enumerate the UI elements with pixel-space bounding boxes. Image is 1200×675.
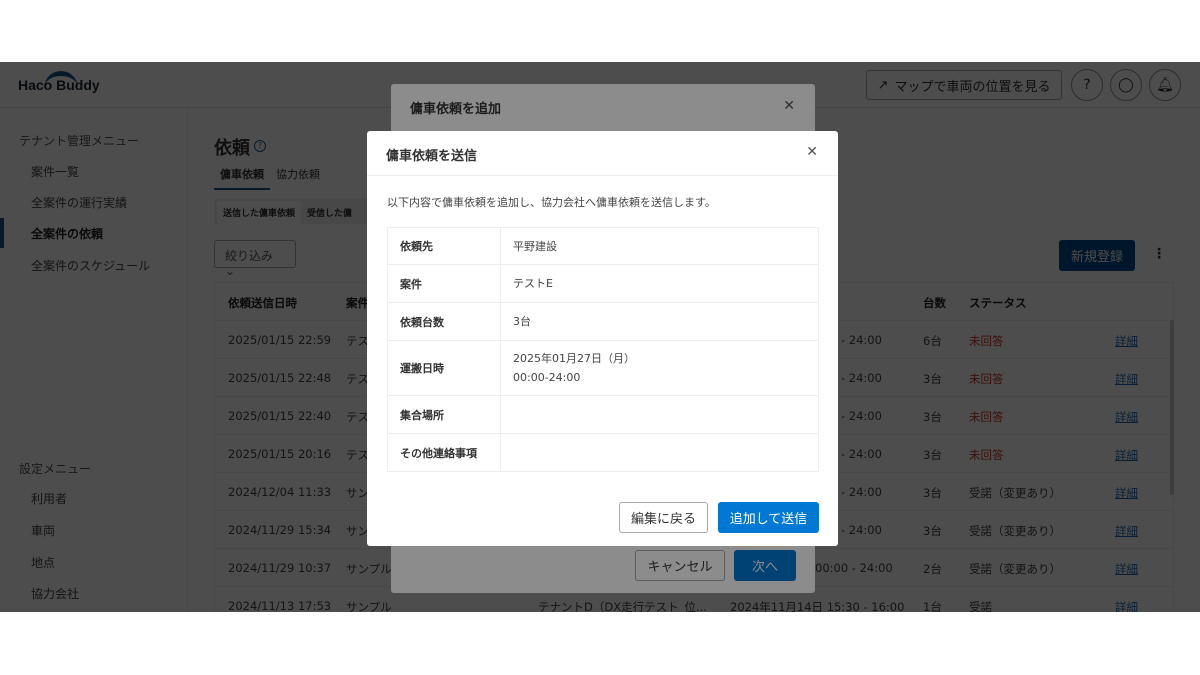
detail-value: テストE	[501, 265, 818, 302]
detail-row: 案件 テストE	[388, 265, 818, 303]
detail-row: 依頼台数 3台	[388, 303, 818, 341]
detail-row: 集合場所	[388, 396, 818, 434]
detail-value	[501, 434, 818, 471]
detail-value-line: 2025年01月27日（月）	[513, 352, 635, 365]
modal-header: 傭車依頼を送信 ✕	[367, 131, 838, 176]
detail-label: 案件	[388, 265, 501, 302]
detail-row: その他連絡事項	[388, 434, 818, 471]
back-to-edit-button[interactable]: 編集に戻る	[619, 502, 708, 533]
app: Haco Buddy ↗ マップで車両の位置を見る ? ◯ 🔔︎ テナント管理メニ…	[0, 62, 1200, 612]
detail-value-line: テストE	[513, 277, 553, 290]
modal-title: 傭車依頼を送信	[386, 149, 478, 164]
send-request-modal: 傭車依頼を送信 ✕ 以下内容で傭車依頼を追加し、協力会社へ傭車依頼を送信します。…	[367, 131, 838, 546]
detail-value: 2025年01月27日（月） 00:00-24:00	[501, 341, 818, 395]
detail-label: 依頼台数	[388, 303, 501, 340]
detail-value-line: 3台	[513, 315, 531, 328]
detail-value: 平野建設	[501, 228, 818, 264]
detail-label: 運搬日時	[388, 341, 501, 395]
detail-value	[501, 396, 818, 433]
modal-description: 以下内容で傭車依頼を追加し、協力会社へ傭車依頼を送信します。	[387, 196, 716, 209]
detail-value-line: 平野建設	[513, 239, 557, 253]
add-and-send-button[interactable]: 追加して送信	[718, 502, 819, 533]
detail-value-line-2: 00:00-24:00	[513, 371, 581, 384]
close-icon[interactable]: ✕	[806, 144, 818, 160]
detail-row: 運搬日時 2025年01月27日（月） 00:00-24:00	[388, 341, 818, 396]
detail-label: 依頼先	[388, 228, 501, 264]
detail-label: その他連絡事項	[388, 434, 501, 471]
detail-value: 3台	[501, 303, 818, 340]
detail-row: 依頼先 平野建設	[388, 228, 818, 265]
details-table: 依頼先 平野建設 案件 テストE 依頼台数 3台 運搬日時 2025年01月27日（月） 00:…	[387, 227, 819, 472]
detail-label: 集合場所	[388, 396, 501, 433]
